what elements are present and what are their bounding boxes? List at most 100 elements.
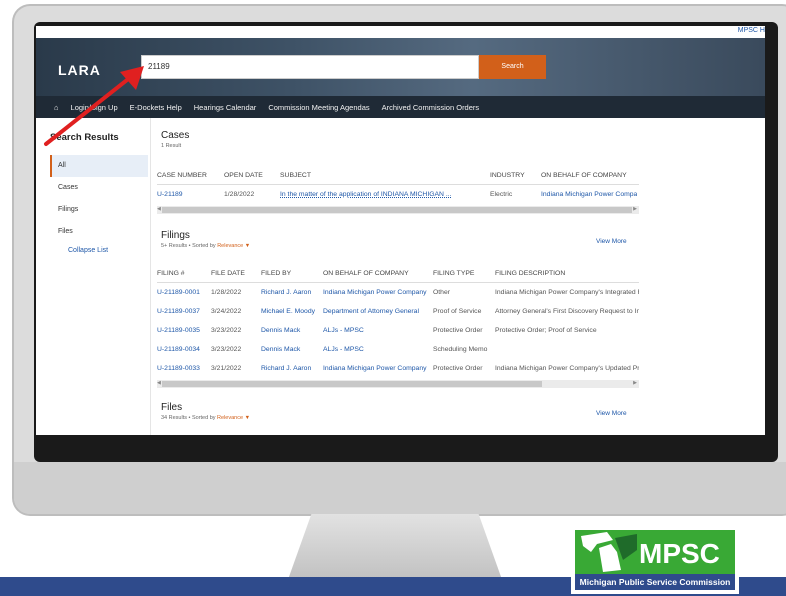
case-number-link[interactable]: U-21189 xyxy=(157,185,224,204)
search-button[interactable]: Search xyxy=(479,55,546,79)
filing-type: Proof of Service xyxy=(433,308,482,315)
open-date: 1/28/2022 xyxy=(224,191,255,198)
filing-description: Attorney General's First Discovery Reque… xyxy=(495,308,639,315)
col-open-date[interactable]: OPEN DATE xyxy=(224,168,280,184)
results-sidebar: Search Results All Cases Filings Files C… xyxy=(50,126,148,435)
industry: Electric xyxy=(490,191,513,198)
col-filing-number[interactable]: FILING # xyxy=(157,266,211,282)
filed-by-link[interactable]: Richard J. Aaron xyxy=(261,283,323,302)
company-link[interactable]: Department of Attorney General xyxy=(323,302,433,321)
filed-by-link[interactable]: Michael E. Moody xyxy=(261,302,323,321)
chevron-down-icon[interactable]: ▼ xyxy=(245,415,250,421)
table-row[interactable]: U-21189-0037 3/24/2022 Michael E. Moody … xyxy=(157,302,639,321)
files-header: Files 34 Results • Sorted by Relevance ▼ xyxy=(161,402,250,421)
table-row[interactable]: U-21189-0001 1/28/2022 Richard J. Aaron … xyxy=(157,283,639,302)
col-behalf-company[interactable]: ON BEHALF OF COMPANY xyxy=(323,266,433,282)
company-link[interactable]: Indiana Michigan Power Company xyxy=(323,359,433,378)
filing-type: Other xyxy=(433,289,450,296)
files-view-more[interactable]: View More xyxy=(596,410,627,417)
scroll-right-icon[interactable]: ▶ xyxy=(633,206,637,212)
col-case-number[interactable]: CASE NUMBER xyxy=(157,168,224,184)
company-link[interactable]: Indiana Michigan Power Company xyxy=(323,283,433,302)
filing-description xyxy=(495,340,639,359)
nav-meeting-agendas[interactable]: Commission Meeting Agendas xyxy=(268,103,369,112)
michigan-map-icon xyxy=(581,532,637,572)
file-date: 3/23/2022 xyxy=(211,327,242,334)
filings-sort-dropdown[interactable]: Relevance ▼ xyxy=(217,243,250,249)
sidebar-item-files[interactable]: Files xyxy=(50,221,148,243)
results-main: Cases 1 Result CASE NUMBER OPEN DATE SUB… xyxy=(150,118,765,435)
filing-type: Protective Order xyxy=(433,365,483,372)
page-content: Search Results All Cases Filings Files C… xyxy=(36,118,765,435)
filings-table: FILING # FILE DATE FILED BY ON BEHALF OF… xyxy=(157,266,639,388)
sort-label[interactable]: Relevance xyxy=(217,415,243,421)
table-row[interactable]: U-21189-0033 3/21/2022 Richard J. Aaron … xyxy=(157,359,639,378)
utility-bar: MPSC H xyxy=(36,26,765,38)
nav-archived-orders[interactable]: Archived Commission Orders xyxy=(382,103,480,112)
file-date: 1/28/2022 xyxy=(211,289,242,296)
files-sort-dropdown[interactable]: Relevance ▼ xyxy=(217,415,250,421)
mpsc-home-link[interactable]: MPSC H xyxy=(738,27,765,34)
filing-number-link[interactable]: U-21189-0001 xyxy=(157,283,211,302)
filing-number-link[interactable]: U-21189-0033 xyxy=(157,359,211,378)
col-subject[interactable]: SUBJECT xyxy=(280,168,490,184)
filing-type: Scheduling Memo xyxy=(433,346,488,353)
company-link[interactable]: ALJs - MPSC xyxy=(323,340,433,359)
sidebar-item-cases[interactable]: Cases xyxy=(50,177,148,199)
scroll-thumb[interactable] xyxy=(162,207,632,213)
col-filing-description[interactable]: FILING DESCRIPTION xyxy=(495,266,639,282)
sidebar-item-filings[interactable]: Filings xyxy=(50,199,148,221)
cases-title: Cases xyxy=(161,130,190,141)
cases-header: Cases 1 Result xyxy=(161,130,189,149)
filed-by-link[interactable]: Richard J. Aaron xyxy=(261,359,323,378)
cases-table: CASE NUMBER OPEN DATE SUBJECT INDUSTRY O… xyxy=(157,168,639,214)
file-date: 3/24/2022 xyxy=(211,308,242,315)
filing-type: Protective Order xyxy=(433,327,483,334)
filing-description: Indiana Michigan Power Company's Integra… xyxy=(495,289,639,296)
mpsc-wordmark: MPSC xyxy=(639,538,720,569)
sidebar-item-all[interactable]: All xyxy=(50,155,148,177)
table-row[interactable]: U-21189-0035 3/23/2022 Dennis Mack ALJs … xyxy=(157,321,639,340)
table-row[interactable]: U-21189-0034 3/23/2022 Dennis Mack ALJs … xyxy=(157,340,639,359)
monitor-chin xyxy=(14,462,786,514)
col-file-date[interactable]: FILE DATE xyxy=(211,266,261,282)
files-count: 34 Results • Sorted by xyxy=(161,415,216,421)
mpsc-tagline: Michigan Public Service Commission xyxy=(575,574,735,590)
filing-number-link[interactable]: U-21189-0035 xyxy=(157,321,211,340)
filing-description: Indiana Michigan Power Company's Updated… xyxy=(495,365,639,372)
company-link[interactable]: Indiana Michigan Power Company xyxy=(541,185,637,204)
search-input[interactable]: 21189 xyxy=(141,55,479,79)
filings-title: Filings xyxy=(161,230,190,241)
scroll-thumb[interactable] xyxy=(162,381,542,387)
col-behalf-company[interactable]: ON BEHALF OF COMPANY xyxy=(541,168,637,184)
filed-by-link[interactable]: Dennis Mack xyxy=(261,340,323,359)
filings-view-more[interactable]: View More xyxy=(596,238,627,245)
scroll-left-icon[interactable]: ◀ xyxy=(157,380,161,386)
files-title: Files xyxy=(161,402,183,413)
company-link[interactable]: ALJs - MPSC xyxy=(323,321,433,340)
col-filed-by[interactable]: FILED BY xyxy=(261,266,323,282)
nav-hearings-calendar[interactable]: Hearings Calendar xyxy=(194,103,257,112)
chevron-down-icon[interactable]: ▼ xyxy=(245,243,250,249)
files-meta: 34 Results • Sorted by Relevance ▼ xyxy=(161,415,250,421)
table-row[interactable]: U-21189 1/28/2022 In the matter of the a… xyxy=(157,185,639,204)
sort-label[interactable]: Relevance xyxy=(217,243,243,249)
col-industry[interactable]: INDUSTRY xyxy=(490,168,541,184)
scroll-left-icon[interactable]: ◀ xyxy=(157,206,161,212)
red-arrow-annotation xyxy=(44,66,144,146)
filings-meta: 5+ Results • Sorted by Relevance ▼ xyxy=(161,243,250,249)
mpsc-logo: MPSC Michigan Public Service Commission xyxy=(571,528,739,594)
scroll-right-icon[interactable]: ▶ xyxy=(633,380,637,386)
filings-header: Filings 5+ Results • Sorted by Relevance… xyxy=(161,230,250,249)
col-filing-type[interactable]: FILING TYPE xyxy=(433,266,495,282)
filings-scrollbar[interactable]: ◀ ▶ xyxy=(157,380,639,388)
filing-number-link[interactable]: U-21189-0034 xyxy=(157,340,211,359)
filed-by-link[interactable]: Dennis Mack xyxy=(261,321,323,340)
filing-description: Protective Order; Proof of Service xyxy=(495,327,597,334)
collapse-list-link[interactable]: Collapse List xyxy=(50,247,148,254)
mpsc-logo-panel: MPSC xyxy=(575,530,735,574)
subject-link[interactable]: In the matter of the application of INDI… xyxy=(280,185,490,204)
filing-number-link[interactable]: U-21189-0037 xyxy=(157,302,211,321)
file-date: 3/21/2022 xyxy=(211,365,242,372)
cases-scrollbar[interactable]: ◀ ▶ xyxy=(157,206,639,214)
